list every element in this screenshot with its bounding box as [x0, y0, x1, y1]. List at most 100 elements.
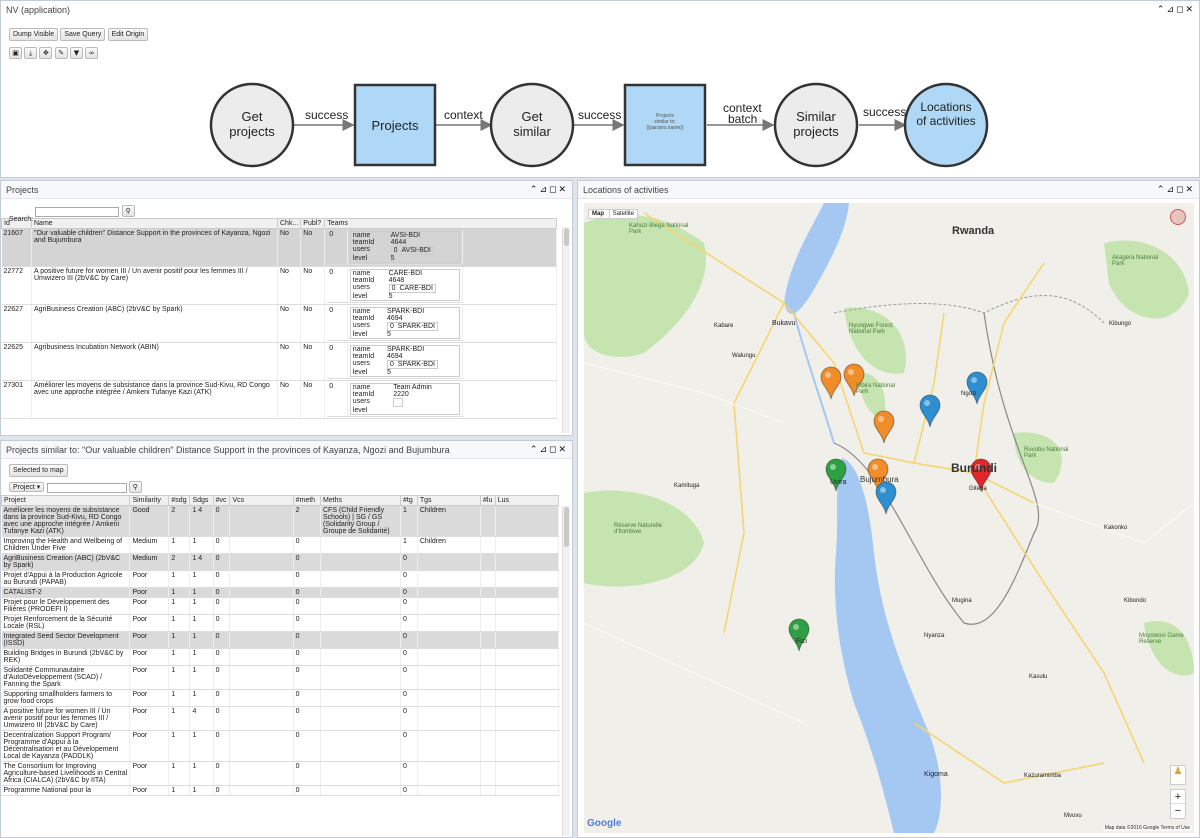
table-row[interactable]: Solidarité Communautaire d'AutoDéveloppe…: [1, 665, 560, 690]
table-row[interactable]: Building Bridges in Burundi (2bV&C by RE…: [1, 648, 560, 666]
similar-lus: [495, 706, 560, 731]
map-marker-blue[interactable]: [875, 481, 897, 515]
similar-vcs: [229, 570, 294, 588]
flow-diagram: [209, 82, 989, 168]
team-level-label: level: [350, 255, 389, 263]
similar-search-input[interactable]: [46, 482, 127, 493]
similar-tgs: [417, 706, 482, 731]
team-name-label: name: [350, 231, 389, 239]
projects-panel-header: Projects ⌃⊿◻✕: [1, 181, 572, 199]
table-row[interactable]: Integrated Seed Sector Development (ISSD…: [1, 631, 560, 649]
zoom-out-button[interactable]: −: [1171, 804, 1185, 818]
similar-tgs: [417, 587, 482, 598]
header-tgs[interactable]: Tgs: [416, 495, 482, 506]
google-logo: Google: [587, 818, 622, 829]
table-row[interactable]: Improving the Health and Wellbeing of Ch…: [1, 536, 560, 554]
similar-window-controls[interactable]: ⌃⊿◻✕: [530, 441, 568, 459]
header-project[interactable]: Project: [1, 495, 131, 506]
table-row[interactable]: AgriBusiness Creation (ABC) (2bV&C by Sp…: [1, 553, 560, 571]
table-row[interactable]: Projet d'Appui à la Production Agricole …: [1, 570, 560, 588]
similar-meth-count: 0: [293, 570, 322, 588]
similar-meth-count: 0: [293, 689, 322, 707]
table-row[interactable]: Améliorer les moyens de subsistance dans…: [1, 505, 560, 537]
similar-lus: [495, 761, 560, 786]
team-name: SPARK-BDI: [386, 308, 425, 315]
street-view-pegman-icon[interactable]: ♟: [1170, 765, 1186, 785]
project-publ: No: [300, 304, 326, 343]
projects-search: Search: ⚲: [1, 199, 572, 223]
header-sdg[interactable]: #sdg: [168, 495, 191, 506]
projects-window-controls[interactable]: ⌃⊿◻✕: [530, 181, 568, 199]
header-chk[interactable]: Chk...: [276, 218, 302, 229]
project-id: 22625: [1, 342, 32, 381]
team-name-label: name: [352, 308, 371, 315]
similar-meths: [320, 570, 402, 588]
zoom-in-button[interactable]: +: [1171, 790, 1185, 804]
table-row[interactable]: 22627 AgriBusiness Creation (ABC) (2bV&C …: [1, 304, 557, 343]
map-window-controls[interactable]: ⌃⊿◻✕: [1157, 181, 1195, 199]
table-row[interactable]: Projet pour le Développement des Filière…: [1, 597, 560, 615]
map-marker-blue[interactable]: [966, 371, 988, 405]
similar-vcs: [229, 614, 294, 632]
header-teams[interactable]: Teams: [324, 218, 557, 229]
table-row[interactable]: Projet Renforcement de la Sécurité Local…: [1, 614, 560, 632]
map-marker-green[interactable]: [788, 618, 810, 652]
search-icon[interactable]: ⚲: [121, 205, 135, 217]
team-user-name: CARE-BDI: [399, 285, 433, 292]
table-row[interactable]: 22772 A positive future for women III / U…: [1, 266, 557, 305]
similar-lu-count: [480, 587, 496, 598]
similar-lus: [495, 689, 560, 707]
map-marker-blue[interactable]: [919, 394, 941, 428]
similar-vc-count: 0: [213, 730, 231, 762]
team-user-name: AVSI-BDI: [401, 247, 431, 254]
table-row[interactable]: A positive future for women III / Un ave…: [1, 706, 560, 731]
similar-project: Améliorer les moyens de subsistance dans…: [1, 505, 131, 537]
table-row[interactable]: 27301 Améliorer les moyens de subsistance…: [1, 380, 557, 419]
map-marker-orange[interactable]: [820, 366, 842, 400]
header-lus[interactable]: Lus: [494, 495, 560, 506]
label-nyanza: Nyanza: [924, 633, 945, 639]
similar-tgs: [417, 761, 482, 786]
header-lu[interactable]: #lu: [480, 495, 496, 506]
team-id: 4694: [386, 315, 403, 322]
header-name[interactable]: Name: [31, 218, 278, 229]
similar-search-icon[interactable]: ⚲: [128, 481, 142, 493]
similar-sdg-count: 1: [168, 536, 191, 554]
header-meth[interactable]: #meth: [292, 495, 322, 506]
projects-scrollbar[interactable]: [562, 227, 570, 433]
project-chk: No: [277, 228, 302, 267]
table-row[interactable]: 22625 Agribusiness Incubation Network (AB…: [1, 342, 557, 381]
header-tg[interactable]: #tg: [400, 495, 418, 506]
map-tab[interactable]: Map: [589, 210, 607, 218]
satellite-tab[interactable]: Satellite: [608, 210, 637, 218]
project-teams: 0 name SPARK-BDI teamId 4694 users 0 SPARK-BDI…: [324, 304, 557, 343]
table-row[interactable]: Decentralization Support Program/ Progra…: [1, 730, 560, 762]
similar-vc-count: 0: [213, 570, 231, 588]
similar-tg-count: 0: [400, 553, 418, 571]
search-input[interactable]: [35, 206, 120, 217]
header-similarity[interactable]: Similarity: [129, 495, 170, 506]
map-view[interactable]: Map Satellite Rwanda Burundi Bujumbura B…: [584, 203, 1194, 833]
header-vcs[interactable]: Vcs: [229, 495, 294, 506]
header-publ[interactable]: Publ?: [300, 218, 326, 229]
header-meths[interactable]: Meths: [319, 495, 402, 506]
flow-label-get-similar: Get similar: [513, 109, 551, 139]
similar-scrollbar[interactable]: [562, 506, 570, 836]
map-marker-orange[interactable]: [873, 410, 895, 444]
table-row[interactable]: The Consortium for Improving Agriculture…: [1, 761, 560, 786]
similar-sdg-count: 1: [168, 689, 191, 707]
avatar[interactable]: [1170, 209, 1186, 225]
table-row[interactable]: 21607 "Our valuable children" Distance Su…: [1, 228, 557, 267]
similar-tg-count: 0: [400, 587, 418, 598]
project-id: 21607: [1, 228, 32, 267]
header-sdgs[interactable]: Sdgs: [189, 495, 214, 506]
selected-to-map-button[interactable]: Selected to map: [9, 464, 68, 477]
table-row[interactable]: Programme National pour la Poor 1 1 0 0 0: [1, 785, 560, 796]
table-row[interactable]: CATALIST-2 Poor 1 1 0 0 0: [1, 587, 560, 598]
table-row[interactable]: Supporting smallholders farmers to grow …: [1, 689, 560, 707]
filter-select[interactable]: Project ▾: [9, 482, 45, 492]
team-level: 5: [388, 255, 460, 263]
similar-project: Improving the Health and Wellbeing of Ch…: [1, 536, 131, 554]
map-marker-highlight: [971, 377, 977, 383]
header-vc[interactable]: #vc: [212, 495, 231, 506]
